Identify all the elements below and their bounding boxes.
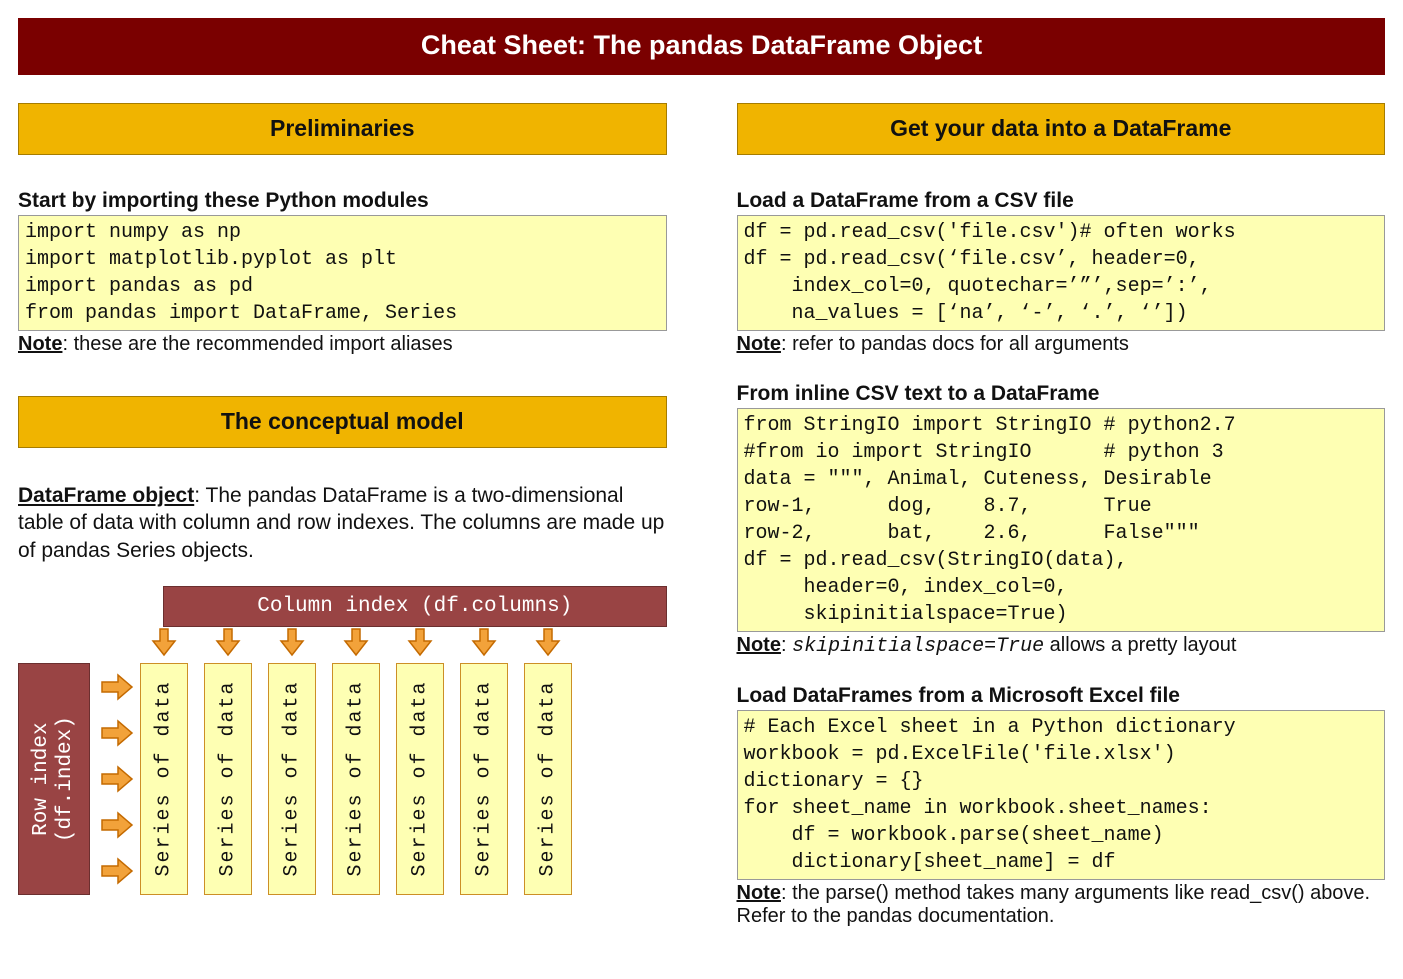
- series-columns-group: Series of data Series of data Series of da…: [140, 627, 572, 895]
- series-column: Series of data: [396, 627, 444, 895]
- series-label: Series of data: [537, 681, 560, 877]
- code-csv: df = pd.read_csv('file.csv')# often work…: [737, 215, 1386, 331]
- note-label: Note: [18, 333, 62, 355]
- section-heading-get-data: Get your data into a DataFrame: [737, 103, 1386, 155]
- note-label: Note: [737, 333, 781, 355]
- note-text: : refer to pandas docs for all arguments: [781, 333, 1129, 355]
- note-code: skipinitialspace=True: [792, 635, 1044, 658]
- note-post: allows a pretty layout: [1044, 634, 1236, 656]
- series-box: Series of data: [332, 663, 380, 895]
- arrow-down-icon: [341, 627, 371, 657]
- note-excel: Note: the parse() method takes many argu…: [737, 882, 1386, 928]
- arrow-down-icon: [213, 627, 243, 657]
- note-inline-csv: Note: skipinitialspace=True allows a pre…: [737, 634, 1386, 658]
- series-column: Series of data: [524, 627, 572, 895]
- note-csv: Note: refer to pandas docs for all argum…: [737, 333, 1386, 356]
- desc-label: DataFrame object: [18, 484, 194, 507]
- arrow-right-icon: [100, 811, 134, 839]
- series-column: Series of data: [460, 627, 508, 895]
- section-heading-conceptual-model: The conceptual model: [18, 396, 667, 448]
- subheading-imports: Start by importing these Python modules: [18, 189, 667, 213]
- series-label: Series of data: [153, 681, 176, 877]
- series-box: Series of data: [396, 663, 444, 895]
- row-index-bar: Row index (df.index): [18, 663, 90, 895]
- series-label: Series of data: [409, 681, 432, 877]
- subheading-excel: Load DataFrames from a Microsoft Excel f…: [737, 684, 1386, 708]
- column-index-bar: Column index (df.columns): [163, 586, 667, 627]
- note-imports: Note: these are the recommended import a…: [18, 333, 667, 356]
- note-label: Note: [737, 634, 781, 656]
- row-arrows-group: [100, 673, 134, 885]
- arrow-down-icon: [533, 627, 563, 657]
- series-box: Series of data: [204, 663, 252, 895]
- left-column: Preliminaries Start by importing these P…: [18, 103, 667, 928]
- right-column: Get your data into a DataFrame Load a Da…: [737, 103, 1386, 928]
- series-box: Series of data: [268, 663, 316, 895]
- arrow-right-icon: [100, 719, 134, 747]
- series-box: Series of data: [524, 663, 572, 895]
- series-label: Series of data: [473, 681, 496, 877]
- row-index-area: Row index (df.index): [18, 663, 140, 895]
- series-label: Series of data: [217, 681, 240, 877]
- code-imports: import numpy as np import matplotlib.pyp…: [18, 215, 667, 331]
- subheading-inline-csv: From inline CSV text to a DataFrame: [737, 382, 1386, 406]
- series-label: Series of data: [345, 681, 368, 877]
- page-title-banner: Cheat Sheet: The pandas DataFrame Object: [18, 18, 1385, 75]
- arrow-down-icon: [405, 627, 435, 657]
- series-box: Series of data: [460, 663, 508, 895]
- row-index-line2: (df.index): [54, 716, 77, 842]
- section-heading-preliminaries: Preliminaries: [18, 103, 667, 155]
- series-column: Series of data: [204, 627, 252, 895]
- code-excel: # Each Excel sheet in a Python dictionar…: [737, 710, 1386, 880]
- arrow-down-icon: [469, 627, 499, 657]
- series-column: Series of data: [332, 627, 380, 895]
- series-box: Series of data: [140, 663, 188, 895]
- series-label: Series of data: [281, 681, 304, 877]
- subheading-csv: Load a DataFrame from a CSV file: [737, 189, 1386, 213]
- arrow-down-icon: [277, 627, 307, 657]
- note-pre: :: [781, 634, 792, 656]
- row-index-line1: Row index: [30, 722, 53, 835]
- code-inline-csv: from StringIO import StringIO # python2.…: [737, 408, 1386, 632]
- arrow-right-icon: [100, 673, 134, 701]
- arrow-down-icon: [149, 627, 179, 657]
- note-text: : these are the recommended import alias…: [62, 333, 452, 355]
- dataframe-description: DataFrame object: The pandas DataFrame i…: [18, 482, 667, 564]
- two-column-layout: Preliminaries Start by importing these P…: [18, 103, 1385, 928]
- dataframe-diagram: Column index (df.columns) Row index (df.…: [18, 586, 667, 895]
- series-column: Series of data: [140, 627, 188, 895]
- note-label: Note: [737, 882, 781, 904]
- arrow-right-icon: [100, 857, 134, 885]
- series-column: Series of data: [268, 627, 316, 895]
- arrow-right-icon: [100, 765, 134, 793]
- note-text: : the parse() method takes many argument…: [737, 882, 1371, 927]
